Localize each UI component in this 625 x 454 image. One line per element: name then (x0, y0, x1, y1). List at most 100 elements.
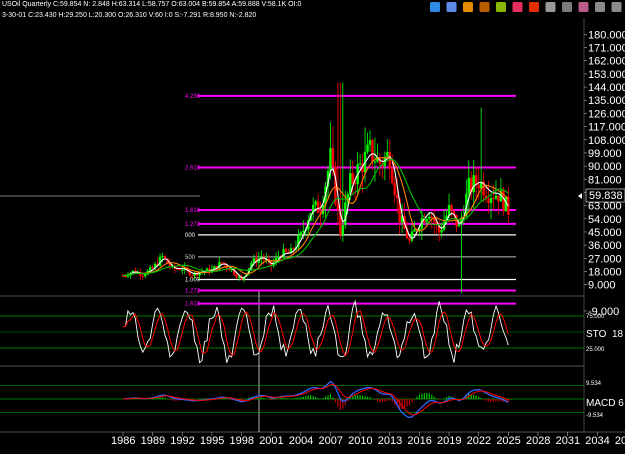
price-axis-label: 171.000 (588, 43, 625, 55)
time-axis: 1986 1989 1992 1995 1998 2001 2004 2007 2010 2013… (111, 432, 625, 447)
candle (497, 195, 500, 215)
fib-level-label: 2.618 (185, 166, 201, 172)
price-candles (121, 82, 510, 294)
time-axis-label: 2001 (259, 435, 283, 447)
time-axis-label: 2013 (378, 435, 402, 447)
candle (282, 243, 285, 259)
candle (297, 228, 300, 251)
ma-mid-line (122, 157, 509, 277)
price-axis-label: 45.000 (588, 227, 622, 239)
candle (479, 107, 483, 201)
time-axis-label: 1986 (111, 435, 135, 447)
time-axis-label: 2016 (407, 435, 431, 447)
candle (289, 243, 293, 253)
candle (460, 211, 463, 294)
price-axis-label: 153.000 (588, 69, 625, 81)
price-axis-label: 54.000 (588, 214, 622, 226)
price-axis-label: 27.000 (588, 253, 622, 265)
candle (151, 265, 154, 270)
last-price-label: 59.838 (589, 190, 623, 202)
candle (255, 251, 258, 267)
fib-level-label: 1.000 (185, 278, 201, 284)
time-axis-label: 2007 (318, 435, 342, 447)
time-axis-label: 2004 (289, 435, 313, 447)
moving-averages (122, 153, 509, 279)
candle (450, 203, 453, 218)
candle (410, 224, 414, 243)
time-axis-label: 2019 (437, 435, 461, 447)
stoch-level-lower: 25.000 (586, 347, 605, 353)
price-axis-label: 126.000 (588, 108, 625, 120)
candle (139, 268, 142, 280)
ruler-icon[interactable] (512, 2, 523, 12)
candle (386, 139, 389, 160)
time-axis-label: 2037 (615, 435, 625, 447)
candle (311, 197, 315, 222)
last-price-marker: 59.838 (578, 188, 625, 203)
price-axis-label: 108.000 (588, 135, 625, 147)
candle (492, 185, 495, 210)
bookmark-icon[interactable] (545, 2, 556, 12)
candle (393, 176, 396, 204)
candle (141, 274, 144, 280)
candle (158, 253, 162, 267)
ma-fast-line (122, 153, 509, 279)
candle (470, 171, 473, 200)
candle (316, 194, 320, 214)
time-axis-label: 2034 (585, 435, 609, 447)
time-axis-label: 2010 (348, 435, 372, 447)
price-axis-label: 99.000 (588, 148, 622, 160)
price-axis-label: 135.000 (588, 95, 625, 107)
plus-icon[interactable] (595, 2, 605, 12)
minus-icon[interactable] (611, 2, 622, 12)
time-axis-label: 1992 (170, 435, 194, 447)
candle (358, 153, 362, 167)
colors-icon[interactable] (463, 2, 473, 12)
candle (433, 209, 436, 234)
expand-icon[interactable] (578, 2, 589, 12)
candle (484, 186, 488, 203)
candle (200, 267, 204, 276)
candle (260, 250, 263, 265)
price-axis-label: 18.000 (588, 266, 622, 278)
drop-icon[interactable] (529, 2, 539, 12)
candle (218, 256, 221, 270)
macd-name: MACD 6 (586, 398, 624, 409)
price-axis-label: 36.000 (588, 240, 622, 252)
time-axis-label: 2022 (467, 435, 491, 447)
time-axis-label: 1989 (141, 435, 165, 447)
stochastic-panel (0, 299, 584, 364)
lines-icon[interactable] (496, 2, 506, 12)
toolbar (430, 2, 622, 12)
last-price-arrow (578, 193, 582, 199)
time-axis-label: 1998 (230, 435, 254, 447)
macd-panel (0, 380, 584, 419)
fit-icon[interactable] (562, 2, 572, 12)
price-axis-label: 144.000 (588, 82, 625, 94)
sliders-icon[interactable] (479, 2, 490, 12)
signal-icon[interactable] (430, 2, 440, 12)
candle (376, 143, 379, 163)
cloud-icon[interactable] (446, 2, 457, 12)
macd-level-upper: 9.534 (586, 381, 602, 387)
price-axis-label: 63.000 (588, 201, 622, 213)
candle (284, 247, 288, 254)
price-axis-label: 90.000 (588, 161, 622, 173)
price-axis-label: 180.000 (588, 29, 625, 41)
price-axis-label: 162.000 (588, 56, 625, 68)
fib-level-label: 000 (185, 233, 196, 239)
price-axis-label: 9.000 (588, 280, 616, 292)
time-axis-label: 2025 (496, 435, 520, 447)
fib-level-label: 1.618 (185, 208, 201, 214)
candle (287, 248, 290, 253)
candle (361, 154, 364, 194)
fib-level-label: 4.236 (185, 94, 201, 100)
stoch-value: 18 (612, 329, 624, 340)
price-axis: 180.000 171.000162.000153.000144.000135.0… (584, 29, 625, 318)
chart-canvas[interactable]: USOil Quarterly C:59.854 N: 2.848 H:63.3… (0, 0, 625, 454)
fib-level-label: 1.272 (185, 288, 201, 294)
macd-level-lower: -9.534 (586, 413, 604, 419)
price-axis-label: 117.000 (588, 122, 625, 134)
candle (368, 130, 372, 152)
time-axis-label: 2028 (526, 435, 550, 447)
